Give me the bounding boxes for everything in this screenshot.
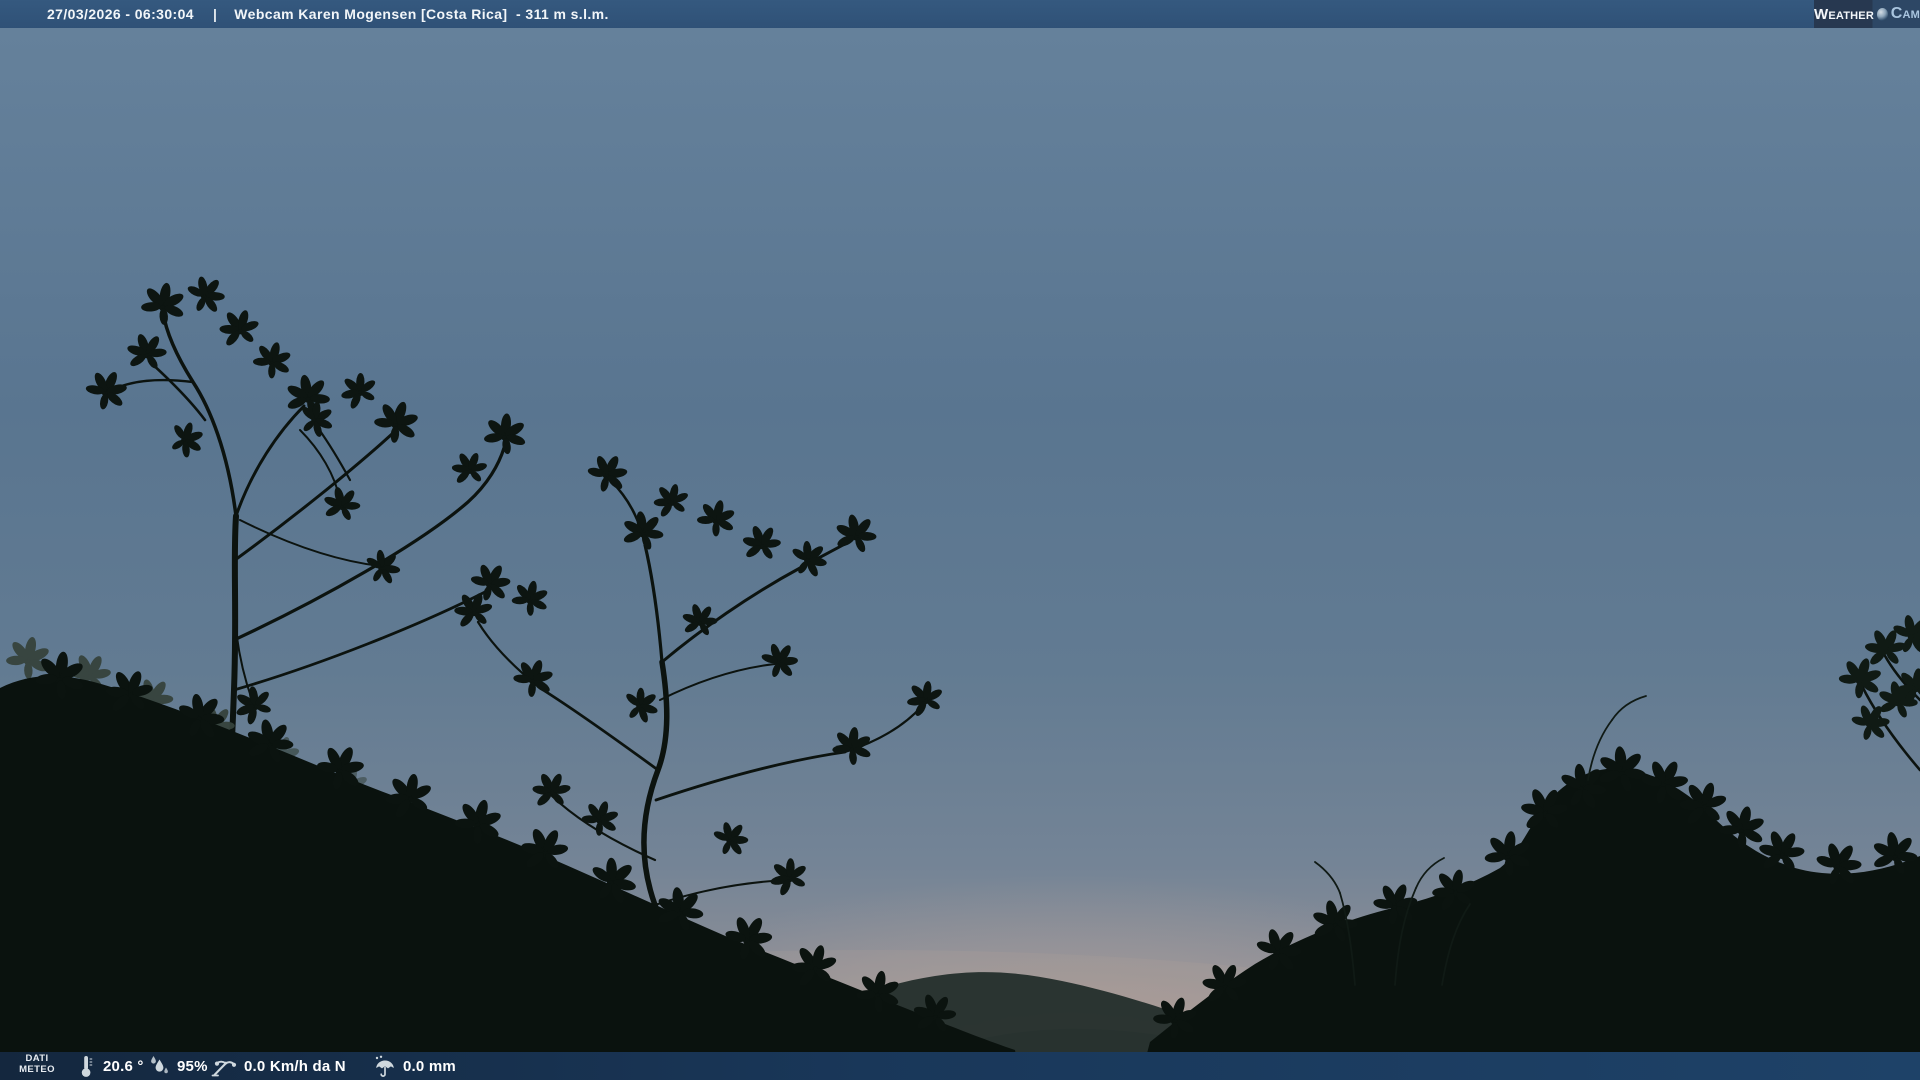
wind-readout: 0.0 Km/h da N bbox=[210, 1052, 346, 1080]
webcam-photo bbox=[0, 0, 1920, 1080]
rain-value: 0.0 mm bbox=[403, 1057, 456, 1075]
timestamp: 27/03/2026 - 06:30:04 bbox=[47, 6, 194, 22]
temperature-readout: 20.6 ° bbox=[78, 1052, 144, 1080]
weather-data-bar: DATI METEO 20.6 ° 95% 0.0 Km/h da N 0.0 … bbox=[0, 1052, 1920, 1080]
webcam-page: 27/03/2026 - 06:30:04 | Webcam Karen Mogen… bbox=[0, 0, 1920, 1080]
humidity-icon bbox=[151, 1056, 168, 1074]
temperature-value: 20.6 ° bbox=[103, 1057, 144, 1075]
weathercam-dot-icon bbox=[1876, 7, 1888, 21]
humidity-readout: 95% bbox=[146, 1052, 208, 1080]
separator: | bbox=[212, 6, 218, 22]
wind-value: 0.0 Km/h da N bbox=[244, 1057, 346, 1075]
logo-cam-text: Cam bbox=[1890, 5, 1920, 22]
humidity-value: 95% bbox=[177, 1057, 208, 1075]
thermometer-icon bbox=[81, 1056, 93, 1077]
rain-umbrella-icon bbox=[375, 1055, 394, 1077]
rain-readout: 0.0 mm bbox=[372, 1052, 456, 1080]
page-title: Webcam Karen Mogensen [Costa Rica] - 311… bbox=[234, 6, 609, 22]
top-bar: 27/03/2026 - 06:30:04 | Webcam Karen Mogen… bbox=[0, 0, 1920, 28]
weathercam-logo[interactable]: Weather Cam bbox=[1814, 0, 1920, 28]
dati-meteo-label: DATI METEO bbox=[19, 1053, 55, 1075]
wind-anemometer-icon bbox=[211, 1060, 237, 1077]
logo-weather-text: Weather bbox=[1814, 5, 1874, 23]
